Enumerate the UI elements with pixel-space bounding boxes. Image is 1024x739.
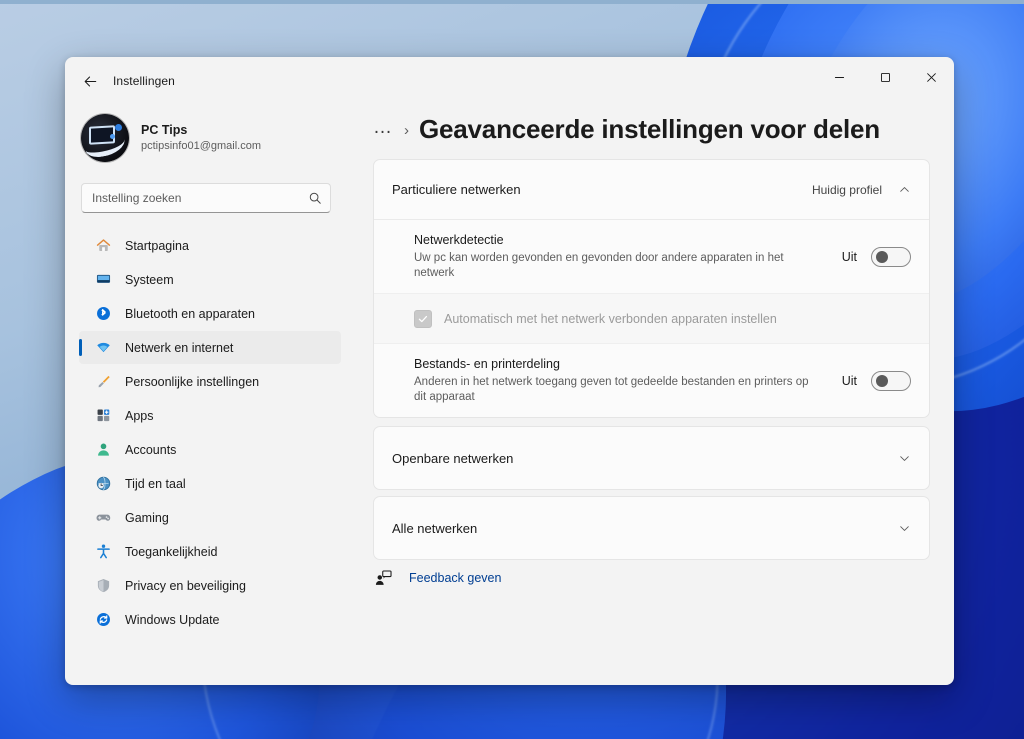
main-content: … › Geavanceerde instellingen voor delen… xyxy=(353,105,954,685)
chevron-down-icon[interactable] xyxy=(898,452,911,465)
feedback-area: Feedback geven xyxy=(373,568,930,588)
search-icon xyxy=(308,191,322,205)
sidebar-item-label: Privacy en beveiliging xyxy=(125,578,246,593)
person-icon xyxy=(95,441,112,458)
window-title: Instellingen xyxy=(113,74,175,88)
sidebar-item-label: Netwerk en internet xyxy=(125,340,234,355)
sidebar-item-tijd-en-taal[interactable]: Tijd en taal xyxy=(79,467,341,500)
feedback-person-icon xyxy=(375,568,395,588)
sidebar-item-privacy-en-beveiliging[interactable]: Privacy en beveiliging xyxy=(79,569,341,602)
checkmark-icon xyxy=(418,315,428,322)
network-discovery-toggle[interactable] xyxy=(871,246,911,267)
sidebar-item-gaming[interactable]: Gaming xyxy=(79,501,341,534)
screen-top-edge xyxy=(0,0,1024,4)
sidebar-item-netwerk-en-internet[interactable]: Netwerk en internet xyxy=(79,331,341,364)
sidebar-item-label: Accounts xyxy=(125,442,177,457)
feedback-link[interactable]: Feedback geven xyxy=(409,571,501,585)
sidebar-item-apps[interactable]: Apps xyxy=(79,399,341,432)
update-refresh-icon xyxy=(95,611,112,628)
minimize-button[interactable] xyxy=(816,57,862,97)
monitor-icon xyxy=(95,271,112,288)
back-button[interactable] xyxy=(73,66,107,96)
account-tile[interactable]: PC Tips pctipsinfo01@gmail.com xyxy=(79,107,341,169)
desktop-wallpaper: Instellingen PC Tips pctipsinfo01@gmail.… xyxy=(0,0,1024,739)
auto-setup-checkbox-row: Automatisch met het netwerk verbonden ap… xyxy=(374,293,929,343)
sidebar-item-label: Persoonlijke instellingen xyxy=(125,374,260,389)
sidebar-item-label: Gaming xyxy=(125,510,169,525)
window-body: PC Tips pctipsinfo01@gmail.com Startpagi… xyxy=(65,105,954,685)
avatar xyxy=(81,114,129,162)
sidebar: PC Tips pctipsinfo01@gmail.com Startpagi… xyxy=(65,105,353,685)
home-icon xyxy=(95,237,112,254)
sidebar-item-systeem[interactable]: Systeem xyxy=(79,263,341,296)
search-input[interactable] xyxy=(92,191,308,205)
close-icon xyxy=(926,72,936,82)
wifi-icon xyxy=(95,339,112,356)
all-networks-header[interactable]: Alle netwerken xyxy=(374,497,929,559)
sidebar-nav: Startpagina Systeem Bluetooth en apparaten… xyxy=(79,229,341,636)
breadcrumb-separator: › xyxy=(404,122,409,139)
settings-window: Instellingen PC Tips pctipsinfo01@gmail.… xyxy=(65,57,954,685)
sidebar-item-startpagina[interactable]: Startpagina xyxy=(79,229,341,262)
caption-button-group xyxy=(816,57,954,97)
auto-setup-checkbox-label: Automatisch met het netwerk verbonden ap… xyxy=(444,311,777,326)
accessibility-icon xyxy=(95,543,112,560)
public-networks-card[interactable]: Openbare netwerken xyxy=(373,426,930,490)
sidebar-item-label: Toegankelijkheid xyxy=(125,544,218,559)
sidebar-item-label: Windows Update xyxy=(125,612,220,627)
account-email: pctipsinfo01@gmail.com xyxy=(141,140,261,152)
search-box[interactable] xyxy=(81,183,331,213)
page-title: Geavanceerde instellingen voor delen xyxy=(419,114,880,144)
file-printer-sharing-title: Bestands- en printerdeling xyxy=(414,357,560,371)
current-profile-badge: Huidig profiel xyxy=(811,182,882,197)
sidebar-item-windows-update[interactable]: Windows Update xyxy=(79,603,341,636)
file-printer-sharing-row: Bestands- en printerdeling Anderen in he… xyxy=(374,343,929,417)
arrow-left-icon xyxy=(84,75,96,87)
minimize-icon xyxy=(834,76,844,78)
sidebar-item-persoonlijke-instellingen[interactable]: Persoonlijke instellingen xyxy=(79,365,341,398)
maximize-button[interactable] xyxy=(862,57,908,97)
sidebar-item-toegankelijkheid[interactable]: Toegankelijkheid xyxy=(79,535,341,568)
public-networks-title: Openbare netwerken xyxy=(392,450,514,466)
maximize-icon xyxy=(880,72,890,82)
private-networks-card: Particuliere netwerken Huidig profiel Ne… xyxy=(373,159,930,418)
sidebar-item-label: Tijd en taal xyxy=(125,476,186,491)
sidebar-item-label: Apps xyxy=(125,408,154,423)
sidebar-item-label: Systeem xyxy=(125,272,174,287)
chevron-down-icon[interactable] xyxy=(898,522,911,535)
breadcrumb: … › Geavanceerde instellingen voor delen xyxy=(373,105,930,159)
sidebar-item-label: Bluetooth en apparaten xyxy=(125,306,255,321)
clock-globe-icon xyxy=(95,475,112,492)
sidebar-item-label: Startpagina xyxy=(125,238,189,253)
private-networks-header[interactable]: Particuliere netwerken Huidig profiel xyxy=(374,160,929,220)
gamepad-icon xyxy=(95,509,112,526)
bluetooth-icon xyxy=(95,305,112,322)
file-printer-sharing-state: Uit xyxy=(841,373,857,388)
network-discovery-state: Uit xyxy=(841,249,857,264)
all-networks-title: Alle netwerken xyxy=(392,520,478,536)
chevron-up-icon[interactable] xyxy=(898,183,911,196)
shield-icon xyxy=(95,577,112,594)
sidebar-item-bluetooth-en-apparaten[interactable]: Bluetooth en apparaten xyxy=(79,297,341,330)
auto-setup-checkbox[interactable] xyxy=(414,309,432,328)
window-titlebar: Instellingen xyxy=(65,57,954,105)
sidebar-item-accounts[interactable]: Accounts xyxy=(79,433,341,466)
account-name: PC Tips xyxy=(141,123,188,137)
file-printer-sharing-description: Anderen in het netwerk toegang geven tot… xyxy=(414,376,809,403)
all-networks-card[interactable]: Alle netwerken xyxy=(373,496,930,560)
network-discovery-description: Uw pc kan worden gevonden en gevonden do… xyxy=(414,252,784,279)
apps-grid-icon xyxy=(95,407,112,424)
network-discovery-title: Netwerkdetectie xyxy=(414,233,504,247)
network-discovery-row: Netwerkdetectie Uw pc kan worden gevonde… xyxy=(374,220,929,293)
public-networks-header[interactable]: Openbare netwerken xyxy=(374,427,929,489)
private-networks-title: Particuliere netwerken xyxy=(392,182,521,197)
close-button[interactable] xyxy=(908,57,954,97)
file-printer-sharing-toggle[interactable] xyxy=(871,370,911,391)
paintbrush-icon xyxy=(95,373,112,390)
breadcrumb-overflow-button[interactable]: … xyxy=(373,118,394,137)
